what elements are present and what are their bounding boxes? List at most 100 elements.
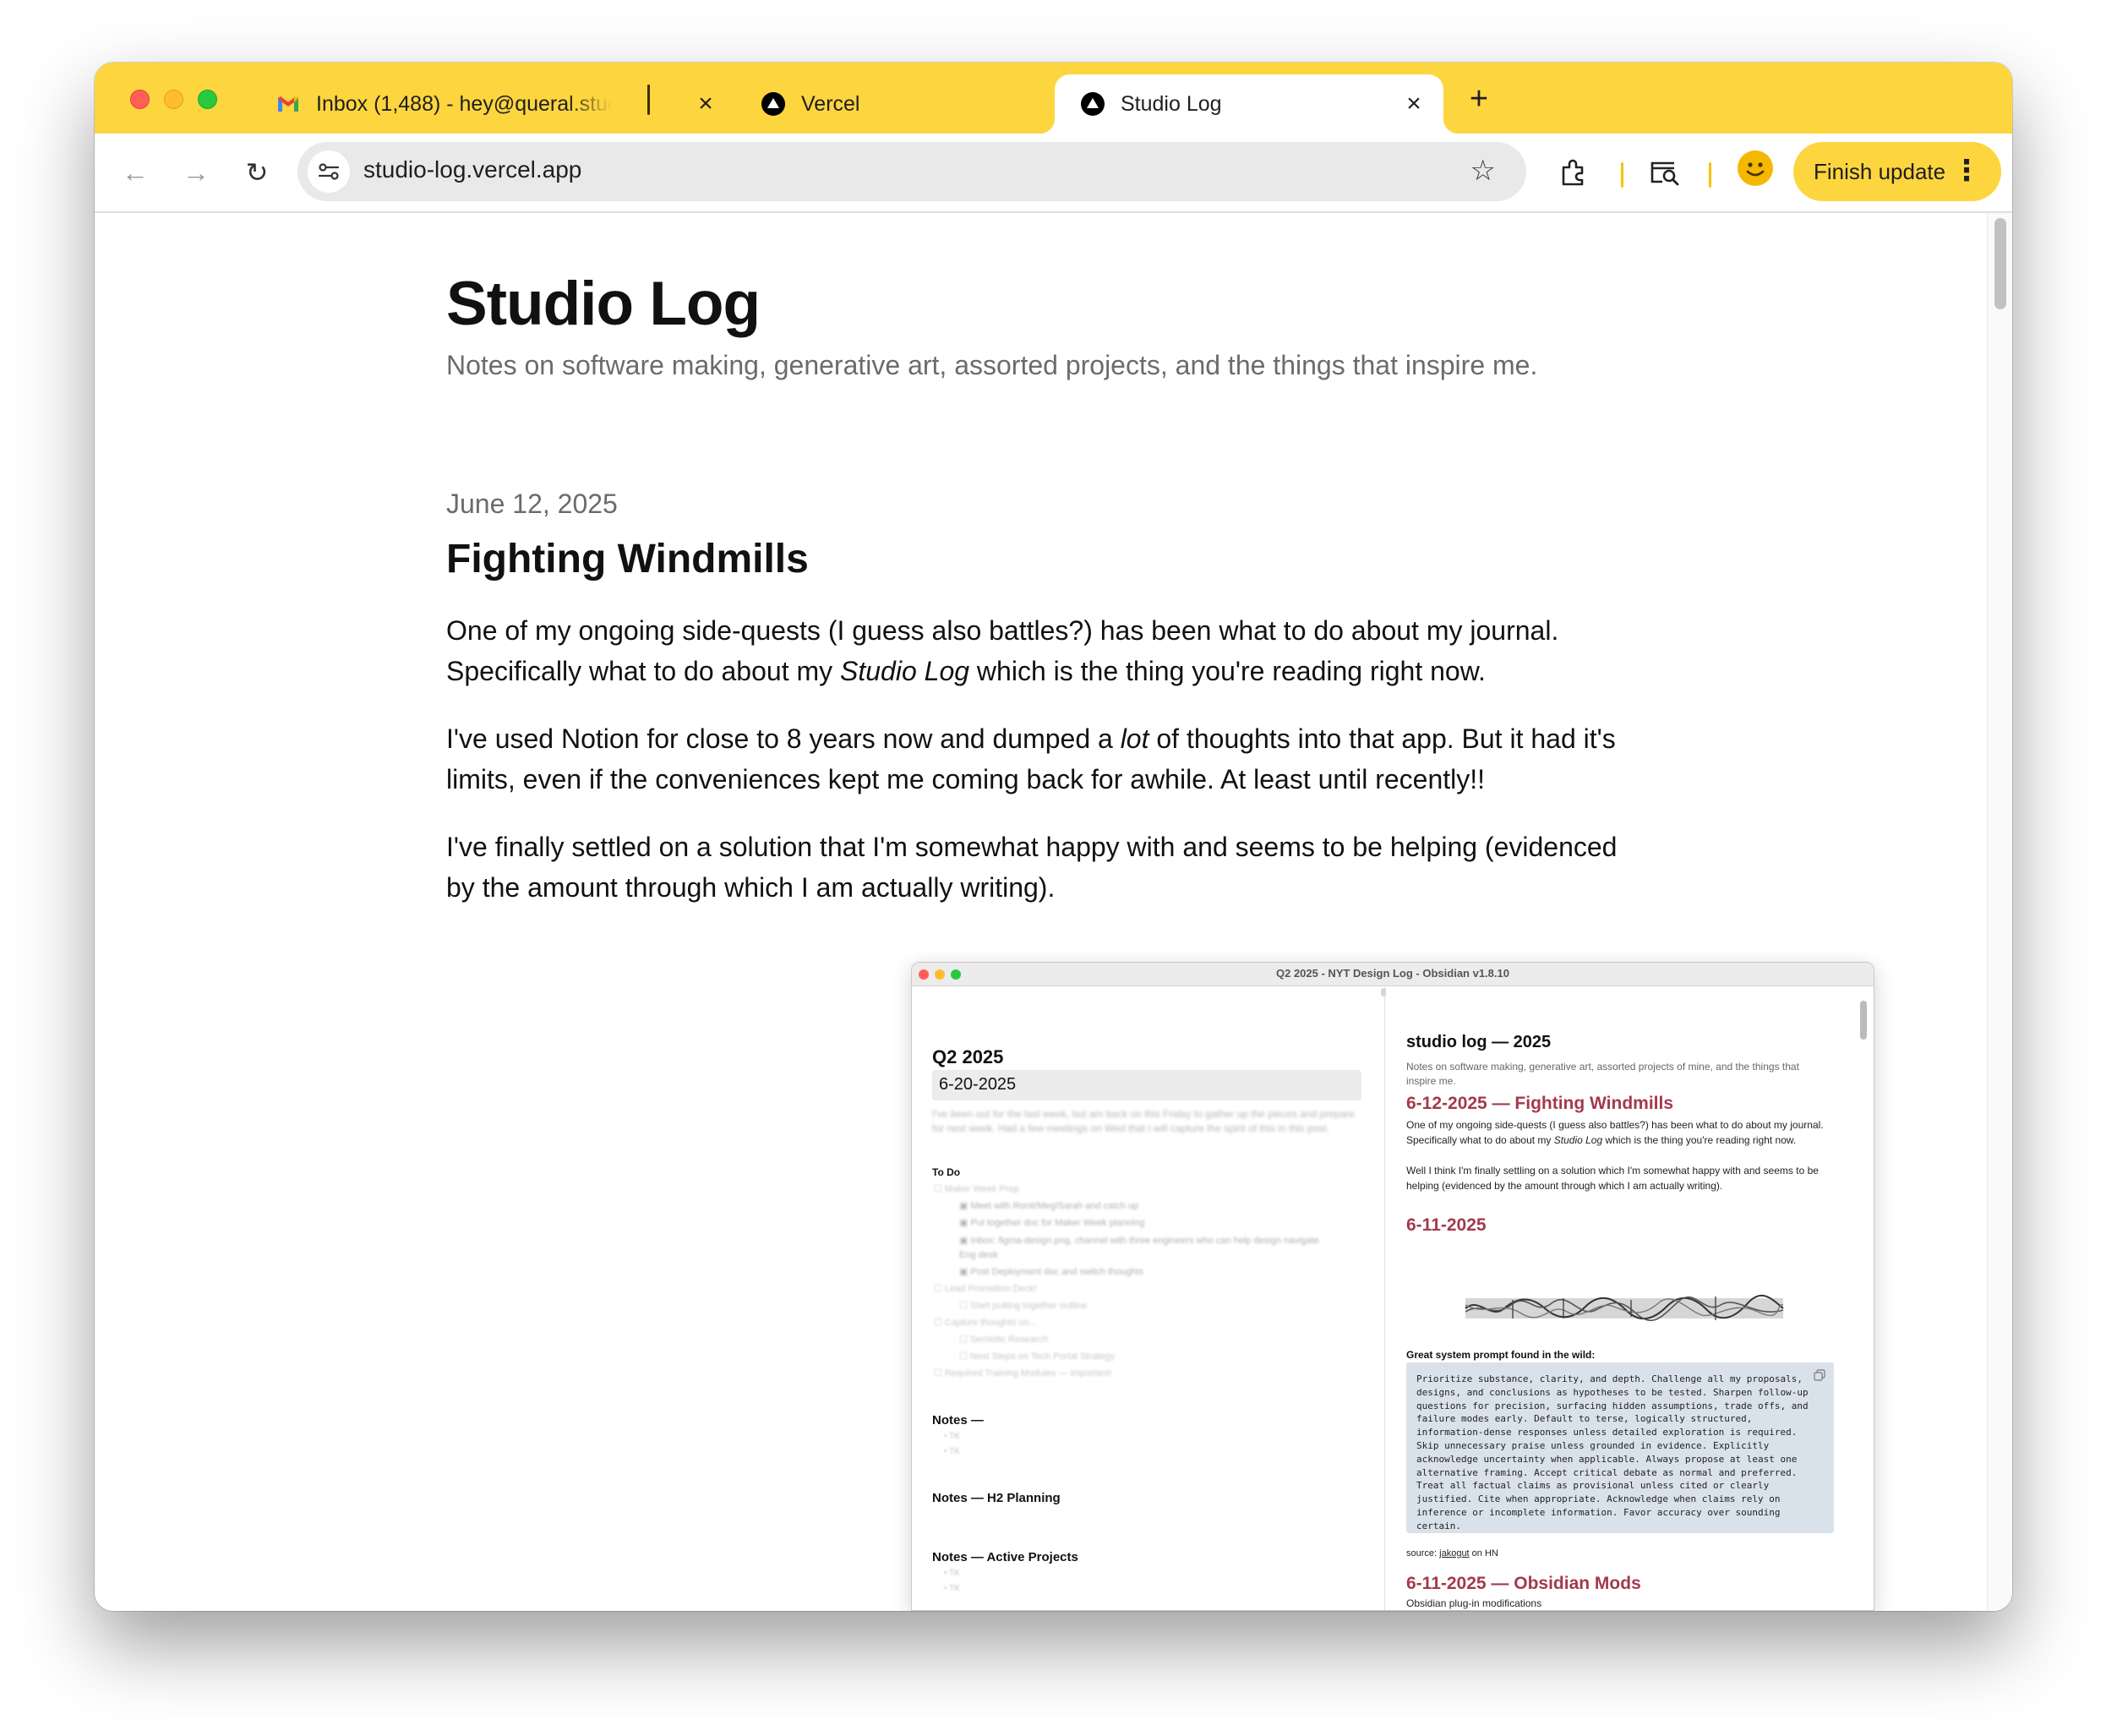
blurred-intro: I've been out for the last week, but am … bbox=[932, 1108, 1355, 1134]
preview-post-subtitle: Obsidian plug-in modifications bbox=[1406, 1597, 1542, 1609]
preview-subtitle: Notes on software making, generative art… bbox=[1406, 1061, 1799, 1087]
tab-separator bbox=[647, 85, 650, 115]
todo-item: ☐ Semiotic Research bbox=[959, 1335, 1049, 1345]
editor-date-heading: 6-20-2025 bbox=[939, 1075, 1017, 1094]
todo-item-text: Post Deployment doc and switch thoughts bbox=[970, 1267, 1144, 1277]
preview-paragraph: One of my ongoing side-quests (I guess a… bbox=[1406, 1117, 1846, 1148]
notes-heading: Notes — Active Projects bbox=[932, 1550, 1078, 1564]
todo-item: ▣ Inbox: figma-design.png, channel with … bbox=[959, 1236, 1319, 1260]
tab-studio-log[interactable]: Studio Log × bbox=[1039, 74, 1459, 134]
source-link[interactable]: jakogut bbox=[1439, 1548, 1469, 1559]
page-viewport: Studio Log Notes on software making, gen… bbox=[95, 213, 2012, 1611]
new-tab-button[interactable]: + bbox=[1464, 83, 1494, 115]
todo-item: ☐ Required Training Modules — important! bbox=[934, 1368, 1112, 1378]
embedded-screenshot: Q2 2025 - NYT Design Log - Obsidian v1.8… bbox=[911, 962, 1874, 1611]
page-scrollbar[interactable] bbox=[1987, 213, 2012, 1611]
todo-item: ☐ Next Steps on Tech Portal Strategy bbox=[959, 1351, 1115, 1362]
close-window-button[interactable] bbox=[130, 90, 150, 109]
text-run: which is the thing you're reading right … bbox=[1602, 1134, 1797, 1146]
post-paragraph: I've used Notion for close to 8 years no… bbox=[446, 718, 1629, 800]
screenshot-editor-pane: Q2 2025 6-20-2025 I've been out for the … bbox=[912, 987, 1385, 1610]
zoom-window-button[interactable] bbox=[198, 90, 217, 109]
todo-item: ▣ Put together doc for Maker Week planni… bbox=[959, 1218, 1145, 1228]
todo-item-text: Semiotic Research bbox=[969, 1335, 1049, 1345]
preview-post-title: 6-11-2025 bbox=[1406, 1215, 1487, 1235]
todo-item-text: Capture thoughts on... bbox=[944, 1318, 1037, 1328]
todo-label: To Do bbox=[932, 1166, 961, 1178]
vercel-icon bbox=[1080, 91, 1105, 117]
emphasis-text: Studio Log bbox=[1553, 1134, 1603, 1146]
bookmark-star-icon[interactable]: ☆ bbox=[1470, 154, 1496, 188]
tk-text: TK bbox=[949, 1447, 960, 1456]
todo-item-text: Next Steps on Tech Portal Strategy bbox=[969, 1351, 1115, 1362]
extensions-icon[interactable] bbox=[1555, 154, 1592, 191]
todo-item-text: Put together doc for Maker Week planning bbox=[970, 1218, 1145, 1228]
tab-title: Inbox (1,488) - hey@queral.studio bbox=[316, 91, 612, 116]
page-title: Studio Log bbox=[446, 270, 761, 338]
minimize-window-button[interactable] bbox=[164, 90, 183, 109]
todo-item-text: Required Training Modules — important! bbox=[944, 1368, 1112, 1378]
tk-item: • TK bbox=[944, 1569, 960, 1578]
text-run: I've used Notion for close to 8 years no… bbox=[446, 723, 1121, 754]
todo-item-text: Maker Week Prep bbox=[944, 1184, 1019, 1194]
tk-text: TK bbox=[949, 1432, 960, 1441]
tab-title: Studio Log bbox=[1121, 91, 1222, 116]
generative-art-image bbox=[1462, 1293, 1787, 1324]
preview-paragraph: Well I think I'm finally settling on a s… bbox=[1406, 1165, 1819, 1192]
todo-item: ☐ Maker Week Prep bbox=[934, 1184, 1019, 1194]
todo-item-text: Lead Promotion Deck! bbox=[944, 1284, 1037, 1294]
todo-item-text: Start putting together outline bbox=[969, 1301, 1088, 1311]
notes-heading: Notes — H2 Planning bbox=[932, 1491, 1061, 1505]
finish-update-button[interactable]: Finish update ⋮ bbox=[1793, 142, 2001, 201]
close-tab-icon[interactable]: × bbox=[1401, 91, 1427, 117]
tk-item: • TK bbox=[944, 1447, 960, 1456]
todo-item: ☐ Start putting together outline bbox=[959, 1301, 1088, 1311]
screenshot-window-title: Q2 2025 - NYT Design Log - Obsidian v1.8… bbox=[1276, 967, 1509, 980]
more-menu-icon[interactable]: ⋮ bbox=[1952, 154, 1981, 188]
system-prompt-text: Prioritize substance, clarity, and depth… bbox=[1416, 1373, 1809, 1531]
source-suffix: on HN bbox=[1469, 1548, 1498, 1559]
tk-text: TK bbox=[949, 1584, 960, 1593]
tab-bar: Inbox (1,488) - hey@queral.studio × Verc… bbox=[95, 63, 2012, 134]
preview-heading: studio log — 2025 bbox=[1406, 1033, 1552, 1051]
todo-item-text: Meet with Ronit/Meg/Sarah and catch up bbox=[970, 1201, 1139, 1211]
post-title: Fighting Windmills bbox=[446, 537, 809, 581]
todo-item-text: Inbox: figma-design.png, channel with th… bbox=[959, 1236, 1319, 1260]
url-text[interactable]: studio-log.vercel.app bbox=[363, 156, 581, 183]
forward-arrow-icon[interactable]: → bbox=[179, 156, 213, 189]
screenshot-preview-pane: studio log — 2025 Notes on software maki… bbox=[1386, 987, 1874, 1610]
preview-post-title: 6-12-2025 — Fighting Windmills bbox=[1406, 1094, 1674, 1113]
emphasis-text: lot bbox=[1120, 723, 1149, 754]
post-paragraph: One of my ongoing side-quests (I guess a… bbox=[446, 610, 1629, 691]
finish-update-label: Finish update bbox=[1814, 158, 1946, 184]
notes-heading: Notes — bbox=[932, 1413, 984, 1428]
reload-icon[interactable]: ↻ bbox=[240, 156, 274, 189]
todo-item: ☐ Lead Promotion Deck! bbox=[934, 1284, 1037, 1294]
toolbar-separator bbox=[1709, 162, 1711, 188]
address-bar[interactable]: studio-log.vercel.app ☆ bbox=[297, 142, 1526, 201]
post-date: June 12, 2025 bbox=[446, 489, 618, 519]
emphasis-text: Studio Log bbox=[840, 656, 970, 686]
back-arrow-icon[interactable]: ← bbox=[118, 156, 152, 189]
site-settings-icon[interactable] bbox=[308, 150, 350, 193]
source-prefix: source: bbox=[1406, 1548, 1440, 1559]
prompt-label: Great system prompt found in the wild: bbox=[1406, 1349, 1596, 1361]
tk-item: • TK bbox=[944, 1584, 960, 1593]
code-block: Prioritize substance, clarity, and depth… bbox=[1406, 1362, 1834, 1533]
tk-item: • TK bbox=[944, 1432, 960, 1441]
scrollbar-thumb[interactable] bbox=[1994, 218, 2006, 309]
toolbar-separator bbox=[1621, 162, 1623, 188]
page-subtitle: Notes on software making, generative art… bbox=[446, 350, 1538, 380]
text-run: which is the thing you're reading right … bbox=[969, 656, 1486, 686]
todo-item: ▣ Post Deployment doc and switch thought… bbox=[959, 1267, 1144, 1277]
profile-avatar[interactable] bbox=[1738, 150, 1773, 186]
todo-item: ☐ Capture thoughts on... bbox=[934, 1318, 1037, 1328]
gmail-icon bbox=[276, 91, 301, 117]
post-paragraph: I've finally settled on a solution that … bbox=[446, 832, 1618, 903]
browser-window: Inbox (1,488) - hey@queral.studio × Verc… bbox=[95, 63, 2012, 1611]
browser-toolbar: ← → ↻ studio-log.vercel.app ☆ Finish upd… bbox=[95, 134, 2012, 213]
vercel-icon bbox=[761, 91, 786, 117]
tab-search-icon[interactable] bbox=[1646, 154, 1683, 191]
preview-scrollbar bbox=[1860, 1001, 1867, 1040]
tk-text: TK bbox=[949, 1569, 960, 1578]
